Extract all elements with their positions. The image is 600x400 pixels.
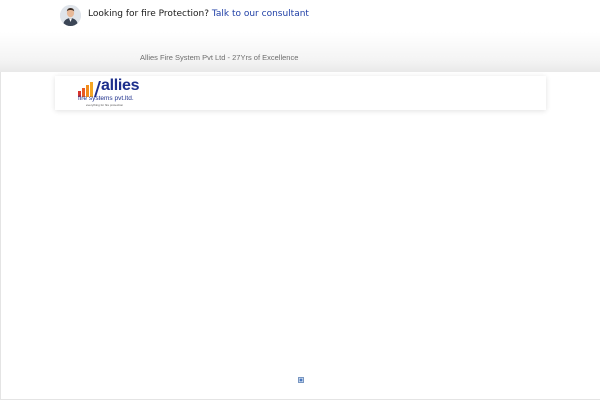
consultant-avatar[interactable]: [60, 5, 81, 26]
logo-card: allies fire systems pvt.ltd. everything …: [55, 76, 546, 110]
allies-logo[interactable]: allies fire systems pvt.ltd. everything …: [77, 77, 140, 110]
company-tagline: Allies Fire System Pvt Ltd - 27Yrs of Ex…: [140, 53, 299, 62]
logo-wordmark: allies: [101, 77, 140, 94]
content-frame: allies fire systems pvt.ltd. everything …: [0, 72, 600, 400]
consultant-message: Looking for fire Protection? Talk to our…: [88, 9, 309, 19]
talk-to-consultant-link[interactable]: Talk to our consultant: [212, 9, 309, 19]
logo-subtitle: fire systems pvt.ltd.: [78, 95, 134, 102]
page: Looking for fire Protection? Talk to our…: [0, 0, 600, 400]
broken-image-icon: [298, 377, 304, 383]
header-band: Allies Fire System Pvt Ltd - 27Yrs of Ex…: [0, 32, 600, 73]
consultant-prompt: Looking for fire Protection?: [88, 9, 209, 19]
logo-tagline: everything for fire protection: [86, 103, 124, 107]
person-icon: [60, 5, 81, 26]
loading-icon: [298, 368, 304, 383]
consultant-bar: Looking for fire Protection? Talk to our…: [0, 0, 600, 32]
